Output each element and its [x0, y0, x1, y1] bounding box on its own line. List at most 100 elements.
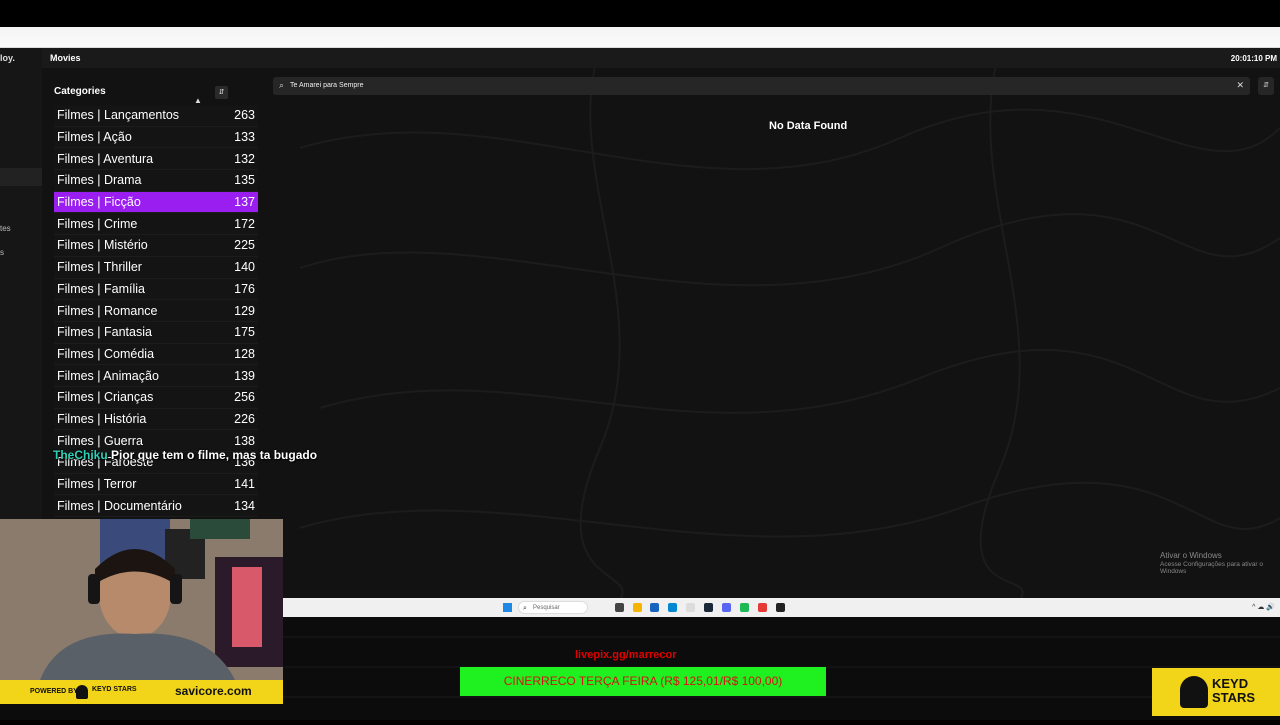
- task-view-icon[interactable]: [615, 603, 624, 612]
- taskbar-search[interactable]: ⌕ Pesquisar: [518, 601, 588, 614]
- category-count: 225: [234, 238, 255, 253]
- search-icon: ⌕: [523, 605, 527, 612]
- rail-item-label[interactable]: s: [0, 248, 4, 257]
- sponsor-site: savicore.com: [175, 684, 252, 698]
- category-item[interactable]: Filmes | Lançamentos 263: [54, 105, 258, 127]
- system-tray-icon[interactable]: ^ ☁ 🔊: [1252, 603, 1275, 611]
- category-count: 256: [234, 390, 255, 405]
- category-item[interactable]: Filmes | Drama 135: [54, 170, 258, 192]
- app-header: Movies 20:01:10 PM: [42, 48, 1280, 68]
- category-label: Filmes | Lançamentos: [57, 108, 180, 123]
- category-count: 139: [234, 368, 255, 383]
- category-count: 141: [234, 477, 255, 492]
- left-navigation-rail: loy. tes s: [0, 48, 42, 600]
- rail-item-label[interactable]: tes: [0, 224, 11, 233]
- discord-icon[interactable]: [722, 603, 731, 612]
- spotify-icon[interactable]: [740, 603, 749, 612]
- category-item[interactable]: Filmes | Romance 129: [54, 300, 258, 322]
- category-label: Filmes | Comédia: [57, 346, 155, 361]
- category-count: 132: [234, 151, 255, 166]
- category-label: Filmes | Família: [57, 281, 145, 296]
- file-explorer-icon[interactable]: [633, 603, 642, 612]
- chat-username: TheChiku: [53, 448, 108, 462]
- search-input[interactable]: ⌕ Te Amarei para Sempre ✕: [273, 77, 1250, 95]
- category-count: 226: [234, 411, 255, 426]
- close-icon[interactable]: ✕: [1236, 80, 1244, 91]
- chat-text: Pior que tem o filme, mas ta bugado: [111, 448, 318, 462]
- search-value[interactable]: Te Amarei para Sempre: [290, 82, 364, 89]
- category-label: Filmes | Terror: [57, 477, 137, 492]
- category-item[interactable]: Filmes | Mistério 225: [54, 235, 258, 257]
- category-count: 133: [234, 130, 255, 145]
- category-label: Filmes | Crime: [57, 216, 138, 231]
- taskbar-search-placeholder: Pesquisar: [533, 605, 560, 611]
- sponsor-brand-small: KEYD STARS: [92, 686, 137, 693]
- category-item[interactable]: Filmes | Comédia 128: [54, 343, 258, 366]
- category-item[interactable]: Filmes | Ação 133: [54, 126, 258, 149]
- category-count: 172: [234, 216, 255, 231]
- rail-active-item[interactable]: [0, 168, 42, 186]
- category-count: 128: [234, 346, 255, 361]
- sort-icon[interactable]: ⇵: [215, 86, 228, 99]
- category-label: Filmes | Drama: [57, 173, 142, 188]
- windows-start-icon[interactable]: [503, 603, 512, 612]
- top-black-bar: [0, 0, 1280, 27]
- category-label: Filmes | Ficção: [57, 195, 141, 210]
- category-label: Filmes | Aventura: [57, 151, 154, 166]
- search-icon: ⌕: [279, 80, 285, 90]
- terminal-icon[interactable]: [776, 603, 785, 612]
- app-icon[interactable]: [686, 603, 695, 612]
- chat-message: TheChiku Pior que tem o filme, mas ta bu…: [53, 448, 317, 462]
- page-title: Movies: [50, 53, 81, 63]
- category-item[interactable]: Filmes | Animação 139: [54, 365, 258, 387]
- category-item[interactable]: Filmes | Terror 141: [54, 473, 258, 496]
- watermark-title: Ativar o Windows: [1160, 551, 1222, 560]
- windows-activation-watermark: Ativar o Windows Acesse Configurações pa…: [1160, 551, 1280, 576]
- category-label: Filmes | Fantasia: [57, 325, 152, 340]
- category-label: Filmes | Romance: [57, 303, 158, 318]
- steam-icon[interactable]: [704, 603, 713, 612]
- category-label: Filmes | História: [57, 411, 147, 426]
- category-count: 137: [234, 195, 255, 210]
- sponsor-bar: POWERED BY KEYD STARS savicore.com: [0, 680, 283, 704]
- powered-by-label: POWERED BY: [30, 688, 78, 695]
- livepix-link: livepix.gg/marrecor: [575, 649, 677, 661]
- iptv-app-window: loy. tes s Movies 20:01:10 PM Categories…: [0, 48, 1280, 600]
- chrome-icon[interactable]: [758, 603, 767, 612]
- category-count: 129: [234, 303, 255, 318]
- category-item[interactable]: Filmes | Crianças 256: [54, 386, 258, 409]
- category-label: Filmes | Ação: [57, 130, 132, 145]
- category-count: 140: [234, 260, 255, 275]
- category-label: Filmes | Crianças: [57, 390, 154, 405]
- category-item[interactable]: Filmes | Aventura 132: [54, 148, 258, 171]
- helmet-icon: [76, 685, 88, 699]
- mouse-cursor-icon: ▲: [194, 96, 202, 105]
- category-item[interactable]: Filmes | Thriller 140: [54, 256, 258, 279]
- windows-taskbar: ⌕ Pesquisar ^ ☁ 🔊: [283, 598, 1280, 617]
- empty-state-message: No Data Found: [769, 120, 848, 132]
- edge-icon[interactable]: [668, 603, 677, 612]
- clock: 20:01:10 PM: [1230, 54, 1277, 63]
- browser-toolbar: [0, 27, 1280, 48]
- helmet-icon: [1180, 676, 1208, 708]
- category-label: Filmes | Documentário: [57, 498, 182, 513]
- webcam-image: [0, 519, 283, 680]
- category-item[interactable]: Filmes | Documentário 134: [54, 495, 258, 518]
- category-item[interactable]: Filmes | Família 176: [54, 278, 258, 301]
- category-count: 135: [234, 173, 255, 188]
- app-logo: loy.: [0, 53, 15, 63]
- category-label: Filmes | Thriller: [57, 260, 142, 275]
- category-item[interactable]: Filmes | História 226: [54, 408, 258, 431]
- sponsor-brand: KEYD STARS: [1212, 676, 1256, 705]
- category-count: 176: [234, 281, 255, 296]
- category-item[interactable]: Filmes | Ficção 137: [54, 191, 258, 214]
- sort-results-icon[interactable]: ⇵: [1258, 77, 1274, 95]
- category-item[interactable]: Filmes | Fantasia 175: [54, 321, 258, 344]
- watermark-subtitle: Acesse Configurações para ativar o Windo…: [1160, 560, 1263, 576]
- category-label: Filmes | Guerra: [57, 433, 143, 448]
- store-icon[interactable]: [650, 603, 659, 612]
- donation-goal-bar: CINERRECO TERÇA FEIRA (R$ 125,01/R$ 100,…: [460, 667, 826, 696]
- category-label: Filmes | Animação: [57, 368, 159, 383]
- category-count: 263: [234, 108, 255, 123]
- category-item[interactable]: Filmes | Crime 172: [54, 213, 258, 236]
